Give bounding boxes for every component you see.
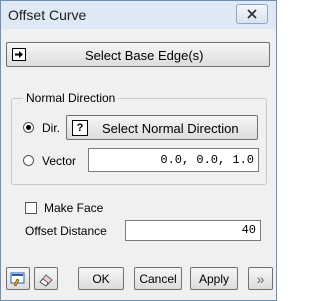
window-title: Offset Curve — [8, 7, 87, 23]
select-base-edges-button[interactable]: Select Base Edge(s) — [6, 42, 270, 67]
question-mark-icon: ? — [72, 120, 88, 136]
expand-button[interactable]: » — [248, 267, 273, 290]
close-button[interactable] — [236, 4, 268, 24]
arrow-right-icon — [12, 48, 26, 61]
dir-label: Dir. — [42, 121, 60, 135]
edit-icon — [10, 272, 25, 286]
offset-distance-input[interactable]: 40 — [125, 220, 261, 241]
apply-button[interactable]: Apply — [190, 267, 238, 290]
vector-input[interactable]: 0.0, 0.0, 1.0 — [88, 148, 259, 172]
make-face-checkbox[interactable] — [25, 202, 37, 214]
edit-button[interactable] — [6, 267, 30, 290]
dir-radio[interactable] — [23, 122, 34, 133]
title-bar: Offset Curve — [1, 1, 276, 29]
make-face-label: Make Face — [44, 201, 104, 215]
eraser-icon — [39, 273, 53, 287]
select-normal-direction-button[interactable]: ? Select Normal Direction — [66, 115, 258, 140]
vector-radio[interactable] — [23, 155, 34, 166]
select-base-edges-label: Select Base Edge(s) — [85, 48, 204, 63]
cancel-button[interactable]: Cancel — [134, 267, 182, 290]
ok-button[interactable]: OK — [78, 267, 124, 290]
close-icon — [247, 9, 257, 19]
eraser-button[interactable] — [34, 267, 58, 290]
vector-label: Vector — [42, 154, 77, 168]
normal-direction-label: Normal Direction — [23, 91, 119, 105]
offset-distance-label: Offset Distance — [25, 224, 107, 238]
offset-curve-dialog: Offset Curve Select Base Edge(s) Normal … — [0, 0, 277, 301]
select-normal-direction-label: Select Normal Direction — [102, 121, 239, 136]
